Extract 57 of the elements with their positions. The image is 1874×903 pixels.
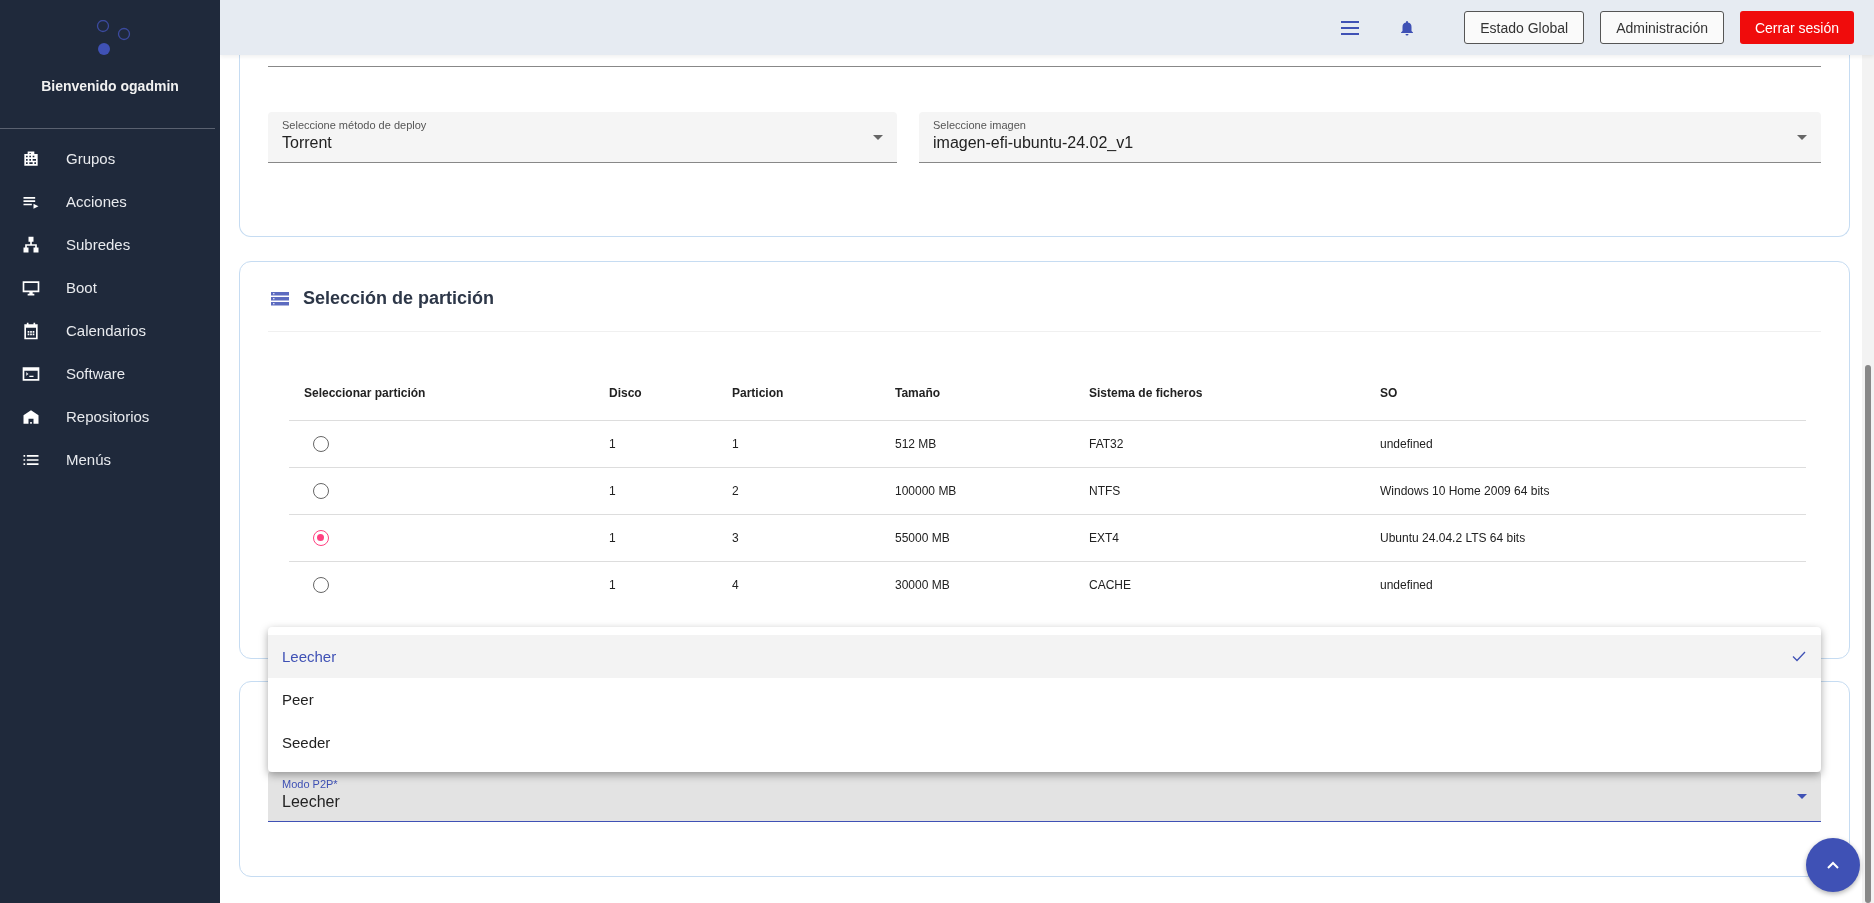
section-title: Selección de partición	[303, 288, 495, 309]
caret-icon	[873, 135, 883, 140]
select-field[interactable]: Seleccione método de deploy Torrent	[268, 112, 897, 163]
table-cell: 1	[594, 420, 717, 468]
welcome-text: Bienvenido ogadmin	[40, 78, 180, 94]
column-header: Tamaño	[880, 366, 1074, 421]
nav-icon	[21, 234, 41, 255]
table-cell: undefined	[1365, 420, 1806, 468]
table-cell: 1	[594, 514, 717, 562]
scroll-top-button[interactable]	[1806, 838, 1860, 892]
select-field[interactable]: Seleccione imagen imagen-efi-ubuntu-24.02_v1	[919, 112, 1821, 163]
table-cell: 100000 MB	[880, 467, 1074, 515]
nav-item[interactable]: Acciones	[0, 180, 220, 223]
column-header: Disco	[594, 366, 717, 421]
table-cell: 1	[717, 420, 880, 468]
menu-option[interactable]: Peer	[268, 678, 1821, 721]
select-field[interactable]: Modo P2P* Leecher	[268, 771, 1821, 822]
storage-icon	[271, 290, 289, 307]
menu-option[interactable]: Leecher	[268, 635, 1821, 678]
scrollbar[interactable]	[1862, 55, 1874, 903]
table-cell: undefined	[1365, 561, 1806, 608]
nav-item[interactable]: Grupos	[0, 137, 220, 180]
table-cell: EXT4	[1074, 514, 1365, 562]
nav-button[interactable]: Estado Global	[1464, 11, 1585, 44]
column-header: Sistema de ficheros	[1074, 366, 1365, 421]
nav-item[interactable]: Software	[0, 352, 220, 395]
column-header: Particion	[717, 366, 880, 421]
menu-option[interactable]: Seeder	[268, 721, 1821, 764]
table-cell: FAT32	[1074, 420, 1365, 468]
nav-item[interactable]: Boot	[0, 266, 220, 309]
table-cell: Ubuntu 24.04.2 LTS 64 bits	[1365, 514, 1806, 562]
logout-button[interactable]: Cerrar sesión	[1739, 11, 1854, 44]
column-header: Seleccionar partición	[289, 366, 594, 421]
column-header: SO	[1365, 366, 1806, 421]
caret-icon	[1797, 794, 1807, 799]
nav-icon	[21, 320, 41, 341]
table-cell: 1	[594, 561, 717, 608]
table-cell: NTFS	[1074, 467, 1365, 515]
bell-icon[interactable]	[1400, 19, 1415, 36]
table-cell: 55000 MB	[880, 514, 1074, 562]
nav-item[interactable]: Calendarios	[0, 309, 220, 352]
nav-button[interactable]: Administración	[1600, 11, 1724, 44]
table-cell: 3	[717, 514, 880, 562]
table-cell: 1	[594, 467, 717, 515]
nav-item[interactable]: Repositorios	[0, 395, 220, 438]
menu-icon[interactable]	[1340, 19, 1361, 36]
nav-item[interactable]: Subredes	[0, 223, 220, 266]
table-cell: 512 MB	[880, 420, 1074, 468]
table-cell: 30000 MB	[880, 561, 1074, 608]
nav-item[interactable]: Menús	[0, 438, 220, 481]
table-cell: Windows 10 Home 2009 64 bits	[1365, 467, 1806, 515]
caret-icon	[1797, 135, 1807, 140]
check-icon	[1792, 651, 1806, 662]
chevron-up-icon	[1827, 861, 1839, 869]
table-cell: 2	[717, 467, 880, 515]
table-cell: 4	[717, 561, 880, 608]
table-cell: CACHE	[1074, 561, 1365, 608]
